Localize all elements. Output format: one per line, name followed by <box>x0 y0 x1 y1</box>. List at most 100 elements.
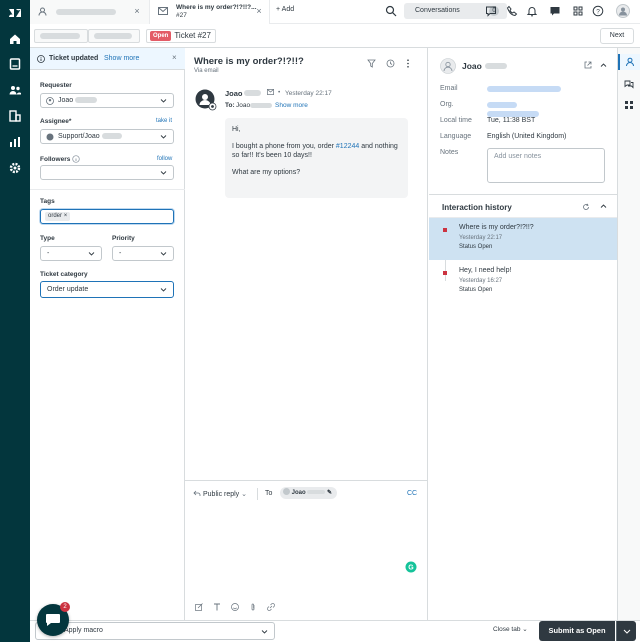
tag-chip[interactable]: order × <box>45 212 71 221</box>
via-channel: Via email <box>194 68 219 74</box>
admin-gear-icon[interactable] <box>8 161 22 175</box>
apply-macro-label: Apply macro <box>64 627 103 634</box>
reply-arrow-icon <box>193 490 201 497</box>
user-icon <box>46 97 54 105</box>
priority-value: - <box>119 250 122 257</box>
assignee-label: Assignee* <box>40 118 72 125</box>
bell-icon[interactable] <box>526 5 538 17</box>
user-notes-textarea[interactable]: Add user notes <box>487 148 605 183</box>
compose-icon[interactable] <box>195 603 203 611</box>
type-value: - <box>47 250 50 257</box>
submit-options-button[interactable] <box>616 621 636 641</box>
customer-context-tab[interactable] <box>618 54 640 70</box>
apps-grid-icon[interactable] <box>624 100 634 110</box>
composer-toolbar <box>195 603 275 611</box>
avatar <box>440 58 456 74</box>
status-badge: Open <box>150 31 172 41</box>
cc-link[interactable]: CC <box>407 490 417 497</box>
chevron-down-icon <box>160 286 167 293</box>
views-icon[interactable] <box>8 57 22 71</box>
ticket-properties-panel: Ticket updated Show more × Requester Joa… <box>30 48 185 642</box>
attachment-icon[interactable] <box>249 603 257 611</box>
grammarly-icon[interactable]: G <box>405 561 417 573</box>
open-external-icon[interactable] <box>584 61 592 69</box>
text-format-icon[interactable] <box>213 603 221 611</box>
search-icon[interactable] <box>385 5 397 17</box>
reporting-icon[interactable] <box>8 135 22 149</box>
chevron-down-icon: ⌄ <box>522 626 528 633</box>
banner-show-more-link[interactable]: Show more <box>104 55 139 62</box>
close-icon[interactable]: × <box>254 6 264 16</box>
products-grid-icon[interactable] <box>572 5 584 17</box>
breadcrumb-user[interactable] <box>88 29 140 43</box>
chat-icon[interactable] <box>485 5 497 17</box>
breadcrumb-organization[interactable] <box>34 29 88 43</box>
take-it-link[interactable]: take it <box>156 118 172 124</box>
close-tab-select[interactable]: Close tab ⌄ <box>493 625 528 633</box>
history-item[interactable]: Where is my order?!?!!? Yesterday 22:17 … <box>429 218 617 260</box>
to-label: To: <box>225 102 235 109</box>
messages-icon[interactable] <box>549 5 561 17</box>
chevron-up-icon[interactable] <box>600 62 607 69</box>
to-value: Joao <box>236 102 251 109</box>
assignee-field[interactable]: Support/Joao <box>40 129 174 144</box>
tab-user-title <box>56 9 116 15</box>
type-label: Type <box>40 235 55 242</box>
phone-icon[interactable] <box>506 5 518 17</box>
follow-link[interactable]: follow <box>157 156 172 162</box>
priority-label: Priority <box>112 235 135 242</box>
tags-field[interactable]: order × <box>40 209 174 224</box>
submit-button[interactable]: Submit as Open <box>539 621 615 641</box>
org-value-redacted[interactable] <box>487 102 517 108</box>
history-item[interactable]: Hey, I need help! Yesterday 16:27 Status… <box>429 261 617 303</box>
tab-user[interactable]: × <box>30 0 150 24</box>
followers-field[interactable] <box>40 165 174 180</box>
add-tab-button[interactable]: + Add <box>276 6 294 13</box>
pencil-icon[interactable]: ✎ <box>327 490 332 496</box>
tab-ticket[interactable]: Where is my order?!?!!?... #27 × <box>150 0 270 24</box>
context-apps-bar <box>617 48 640 642</box>
chevron-down-icon <box>160 169 167 176</box>
close-icon[interactable]: × <box>64 213 68 219</box>
add-tab-label: Add <box>281 6 295 13</box>
home-icon[interactable] <box>8 32 22 46</box>
history-icon[interactable] <box>386 59 395 68</box>
filter-icon[interactable] <box>367 59 376 68</box>
chevron-down-icon <box>160 97 167 104</box>
profile-avatar-icon[interactable] <box>616 4 630 18</box>
ticket-category-label: Ticket category <box>40 271 88 278</box>
show-more-link[interactable]: Show more <box>275 102 308 109</box>
avatar <box>283 488 290 495</box>
type-select[interactable]: - <box>40 246 102 261</box>
knowledge-icon[interactable] <box>624 79 634 89</box>
close-icon[interactable]: × <box>132 6 142 16</box>
apply-macro-select[interactable]: Apply macro <box>35 622 275 640</box>
more-options-icon[interactable] <box>406 59 410 68</box>
reply-mode-select[interactable]: Public reply ⌄ <box>203 490 247 498</box>
svg-text:?: ? <box>596 8 600 15</box>
breadcrumb-ticket[interactable]: Open Ticket #27 <box>146 29 216 43</box>
zendesk-logo-icon[interactable] <box>8 6 22 20</box>
order-link[interactable]: #12244 <box>336 143 359 150</box>
chevron-up-icon[interactable] <box>600 203 607 210</box>
chevron-down-icon <box>160 250 167 257</box>
email-value-redacted[interactable] <box>487 86 561 92</box>
priority-select[interactable]: - <box>112 246 174 261</box>
refresh-icon[interactable] <box>582 203 590 211</box>
emoji-icon[interactable] <box>231 603 239 611</box>
message-body: Hi, I bought a phone from you, order #12… <box>225 118 408 198</box>
customer-name[interactable]: Joao <box>462 61 482 71</box>
help-icon[interactable]: ? <box>592 5 604 17</box>
link-icon[interactable] <box>267 603 275 611</box>
conversation-panel: Where is my order?!?!!? Via email Joao •… <box>185 48 428 620</box>
requester-field[interactable]: Joao <box>40 93 174 108</box>
close-icon[interactable]: × <box>172 53 177 62</box>
customers-icon[interactable] <box>8 83 22 97</box>
message-author: Joao <box>225 89 243 98</box>
local-time-value: Tue, 11:38 BST <box>487 117 536 124</box>
organizations-icon[interactable] <box>8 109 22 123</box>
ticket-category-select[interactable]: Order update <box>40 281 174 298</box>
recipient-chip[interactable]: Joao ✎ <box>280 487 338 499</box>
recipient-chip-label: Joao <box>291 490 306 496</box>
next-button[interactable]: Next <box>600 28 634 44</box>
